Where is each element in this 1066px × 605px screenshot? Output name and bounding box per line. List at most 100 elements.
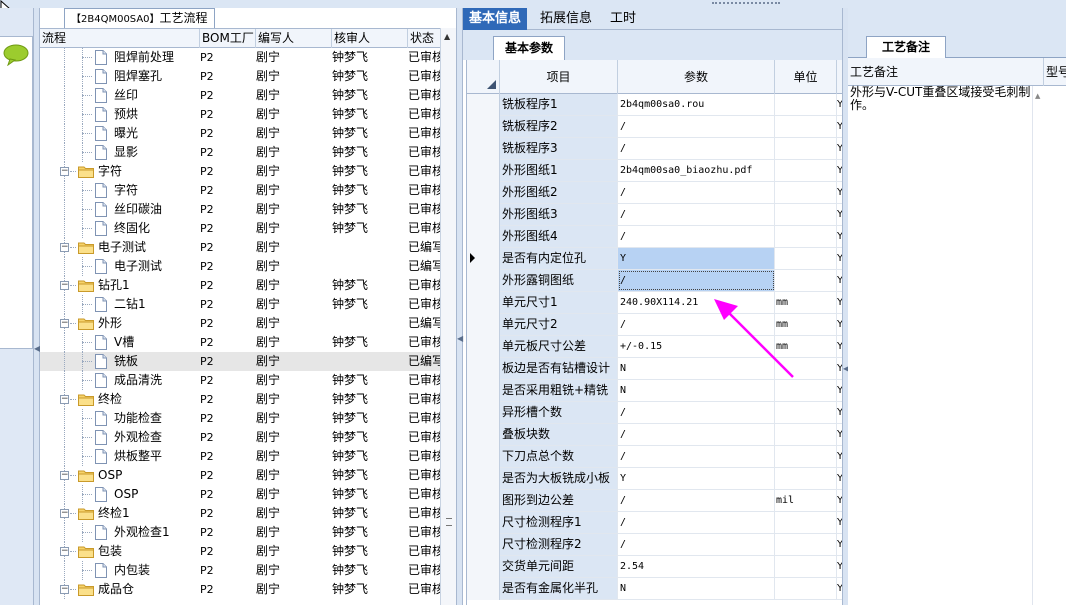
row-indicator[interactable] (467, 204, 500, 226)
param-unit-cell[interactable] (775, 424, 837, 445)
process-name-cell[interactable]: − OSP (40, 466, 198, 485)
process-row[interactable]: 终固化 P2 剧宁 钟梦飞 已审核 (40, 219, 440, 238)
column-header-bom[interactable]: BOM工厂 (200, 29, 256, 48)
param-unit-cell[interactable] (775, 116, 837, 137)
reviewer-cell[interactable]: 钟梦飞 (332, 504, 406, 523)
status-cell[interactable]: 已编写 (408, 314, 440, 333)
param-row[interactable]: 是否有金属化半孔NY (467, 578, 842, 600)
column-header-status[interactable]: 状态 (408, 29, 440, 48)
editor-cell[interactable]: 剧宁 (256, 143, 330, 162)
status-cell[interactable]: 已编写 (408, 238, 440, 257)
collapse-toggle-icon[interactable]: − (60, 547, 69, 556)
reviewer-cell[interactable]: 钟梦飞 (332, 67, 406, 86)
status-cell[interactable]: 已审核 (408, 48, 440, 67)
process-name-cell[interactable]: 曝光 (40, 124, 198, 143)
bom-factory-cell[interactable]: P2 (200, 447, 254, 466)
param-unit-cell[interactable] (775, 138, 837, 159)
status-cell[interactable]: 已编写 (408, 352, 440, 371)
reviewer-cell[interactable]: 钟梦飞 (332, 276, 406, 295)
row-indicator[interactable] (467, 358, 500, 380)
status-cell[interactable]: 已审核 (408, 219, 440, 238)
column-header-reviewer[interactable]: 核审人 (332, 29, 408, 48)
row-indicator[interactable] (467, 116, 500, 138)
tab-basic-params[interactable]: 基本参数 (493, 36, 565, 60)
row-indicator[interactable] (467, 292, 500, 314)
editor-cell[interactable]: 剧宁 (256, 333, 330, 352)
param-value-cell[interactable]: N (618, 358, 775, 379)
param-item-cell[interactable]: 外形露铜图纸 (500, 270, 618, 291)
process-name-cell[interactable]: 阻焊塞孔 (40, 67, 198, 86)
param-unit-cell[interactable] (775, 534, 837, 555)
reviewer-cell[interactable]: 钟梦飞 (332, 409, 406, 428)
bom-factory-cell[interactable]: P2 (200, 561, 254, 580)
param-value-cell[interactable]: 2b4qm00sa0.rou (618, 94, 775, 115)
process-name-cell[interactable]: 预烘 (40, 105, 198, 124)
row-indicator[interactable] (467, 248, 500, 270)
param-unit-cell[interactable] (775, 468, 837, 489)
remark-text[interactable]: 外形与V-CUT重叠区域接受毛刺制作。 (850, 86, 1032, 112)
process-name-cell[interactable]: V槽 (40, 333, 198, 352)
editor-cell[interactable]: 剧宁 (256, 542, 330, 561)
bom-factory-cell[interactable]: P2 (200, 428, 254, 447)
row-indicator[interactable] (467, 578, 500, 600)
process-name-cell[interactable]: 字符 (40, 181, 198, 200)
reviewer-cell[interactable]: 钟梦飞 (332, 580, 406, 599)
param-item-cell[interactable]: 是否有内定位孔 (500, 248, 618, 269)
collapse-toggle-icon[interactable]: − (60, 395, 69, 404)
status-cell[interactable]: 已审核 (408, 124, 440, 143)
bom-factory-cell[interactable]: P2 (200, 542, 254, 561)
param-row[interactable]: 是否采用粗铣+精铣NY (467, 380, 842, 402)
param-row[interactable]: 铣板程序2/Y (467, 116, 842, 138)
reviewer-cell[interactable]: 钟梦飞 (332, 542, 406, 561)
param-value-cell[interactable]: / (618, 424, 775, 445)
param-item-cell[interactable]: 外形图纸4 (500, 226, 618, 247)
param-row[interactable]: 外形图纸3/Y (467, 204, 842, 226)
process-name-cell[interactable]: − 终检1 (40, 504, 198, 523)
status-cell[interactable]: 已审核 (408, 181, 440, 200)
collapse-toggle-icon[interactable]: − (60, 585, 69, 594)
param-item-cell[interactable]: 外形图纸2 (500, 182, 618, 203)
row-indicator[interactable] (467, 270, 500, 292)
param-value-cell[interactable]: 2b4qm00sa0_biaozhu.pdf (618, 160, 775, 181)
row-indicator[interactable] (467, 138, 500, 160)
param-value-cell[interactable]: / (618, 402, 775, 423)
param-value-cell[interactable]: Y (618, 248, 775, 269)
column-header-model[interactable]: 型号 (1044, 58, 1066, 86)
process-row[interactable]: OSP P2 剧宁 钟梦飞 已审核 (40, 485, 440, 504)
remark-cell-scrollbar[interactable]: ▲ (1032, 86, 1044, 605)
status-cell[interactable]: 已审核 (408, 105, 440, 124)
process-name-cell[interactable]: 外观检查 (40, 428, 198, 447)
param-value-cell[interactable]: / (618, 446, 775, 467)
process-name-cell[interactable]: − 钻孔1 (40, 276, 198, 295)
reviewer-cell[interactable]: 钟梦飞 (332, 447, 406, 466)
bom-factory-cell[interactable]: P2 (200, 162, 254, 181)
param-item-cell[interactable]: 是否有金属化半孔 (500, 578, 618, 599)
param-row[interactable]: 下刀点总个数/Y (467, 446, 842, 468)
row-indicator[interactable] (467, 94, 500, 116)
column-header-remark[interactable]: 工艺备注 (848, 58, 1044, 86)
reviewer-cell[interactable]: 钟梦飞 (332, 162, 406, 181)
row-indicator[interactable] (467, 380, 500, 402)
status-cell[interactable]: 已审核 (408, 409, 440, 428)
process-flow-tab[interactable]: 【2B4QM00SA0】工艺流程 (64, 8, 215, 28)
process-row[interactable]: 阻焊塞孔 P2 剧宁 钟梦飞 已审核 (40, 67, 440, 86)
param-value-cell[interactable]: Y (618, 468, 775, 489)
param-item-cell[interactable]: 铣板程序2 (500, 116, 618, 137)
param-row[interactable]: 板边是否有钻槽设计NY (467, 358, 842, 380)
param-row[interactable]: 单元板尺寸公差+/-0.15mmY (467, 336, 842, 358)
process-row[interactable]: − 电子测试 P2 剧宁 已编写 (40, 238, 440, 257)
editor-cell[interactable]: 剧宁 (256, 314, 330, 333)
process-row[interactable]: V槽 P2 剧宁 钟梦飞 已审核 (40, 333, 440, 352)
param-unit-cell[interactable] (775, 204, 837, 225)
process-grid-scrollbar[interactable]: ▲ (440, 28, 456, 605)
chat-bubble-icon[interactable] (2, 44, 30, 66)
process-row[interactable]: 字符 P2 剧宁 钟梦飞 已审核 (40, 181, 440, 200)
param-item-cell[interactable]: 单元板尺寸公差 (500, 336, 618, 357)
process-row[interactable]: − 终检 P2 剧宁 钟梦飞 已审核 (40, 390, 440, 409)
param-value-cell[interactable]: / (618, 490, 775, 511)
status-cell[interactable]: 已审核 (408, 447, 440, 466)
column-header-param[interactable]: 参数 (618, 60, 775, 94)
process-name-cell[interactable]: 电子测试 (40, 257, 198, 276)
bom-factory-cell[interactable]: P2 (200, 466, 254, 485)
editor-cell[interactable]: 剧宁 (256, 523, 330, 542)
